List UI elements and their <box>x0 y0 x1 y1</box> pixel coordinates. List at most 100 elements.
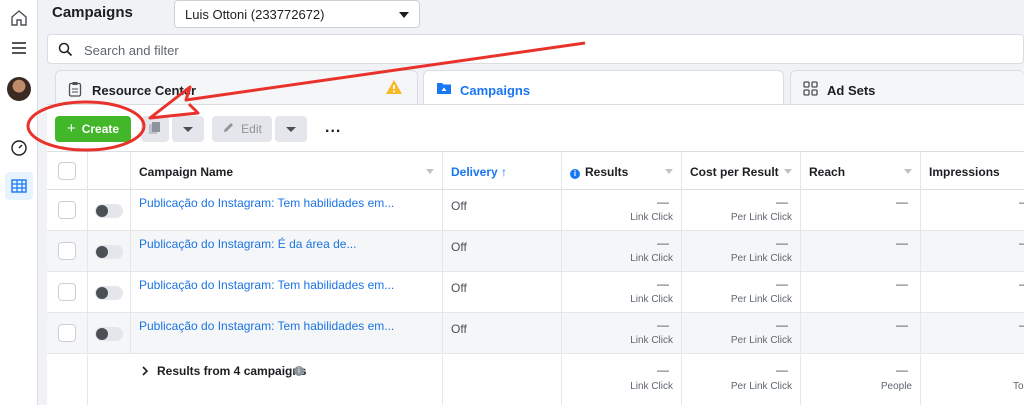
row-toggle-cell <box>88 190 131 231</box>
results-summary-row: Results from 4 campaigns i — Link Click … <box>47 355 1024 405</box>
row-checkbox[interactable] <box>58 242 76 260</box>
delivery-status: Off <box>451 322 467 336</box>
campaign-toggle[interactable] <box>95 327 123 341</box>
delivery-status: Off <box>451 281 467 295</box>
row-checkbox[interactable] <box>58 283 76 301</box>
row-toggle-cell <box>88 231 131 272</box>
caret-down-icon <box>286 126 296 132</box>
plus-icon: + <box>66 120 76 137</box>
duplicate-dropdown-button[interactable] <box>172 116 204 142</box>
sort-caret-icon <box>784 169 792 174</box>
ads-manager-page: Campaigns Luis Ottoni (233772672) Resour… <box>0 0 1024 405</box>
sort-ascending-icon: ↑ <box>501 165 508 179</box>
column-impressions[interactable]: Impressions <box>921 152 1024 190</box>
avatar[interactable] <box>7 77 31 101</box>
cost-subtext: Per Link Click <box>730 335 792 346</box>
menu-icon[interactable] <box>5 34 33 62</box>
delivery-status: Off <box>451 199 467 213</box>
duplicate-icon <box>148 121 162 138</box>
table-row[interactable]: Publicação do Instagram: Tem habilidades… <box>47 313 1024 354</box>
table-row[interactable]: Publicação do Instagram: É da área de...… <box>47 231 1024 272</box>
campaign-name-link[interactable]: Publicação do Instagram: Tem habilidades… <box>139 278 394 292</box>
summary-impressions-cell: To <box>921 355 1024 405</box>
column-campaign-name[interactable]: Campaign Name <box>131 152 443 190</box>
cost-cell: — Per Link Click <box>682 313 801 354</box>
column-results-label: Results <box>585 165 629 179</box>
search-input[interactable] <box>84 40 584 60</box>
delivery-cell: Off <box>443 272 562 313</box>
summary-cost-cell: — Per Link Click <box>682 355 801 405</box>
table-grid-icon[interactable] <box>5 172 33 200</box>
campaign-toggle[interactable] <box>95 245 123 259</box>
impressions-value: — <box>1019 277 1024 291</box>
summary-results-value: — <box>657 363 669 377</box>
impressions-value: — <box>1019 195 1024 209</box>
cost-cell: — Per Link Click <box>682 231 801 272</box>
column-reach-label: Reach <box>809 165 846 179</box>
row-checkbox[interactable] <box>58 324 76 342</box>
clipboard-icon <box>68 81 82 100</box>
cost-value: — <box>776 195 788 209</box>
campaign-toggle[interactable] <box>95 204 123 218</box>
select-all-checkbox[interactable] <box>58 162 76 180</box>
column-cost-per-result-label: Cost per Result <box>690 165 779 179</box>
account-selector-label: Luis Ottoni (233772672) <box>185 7 325 22</box>
results-cell: — Link Click <box>562 190 682 231</box>
pencil-icon <box>222 121 235 137</box>
column-campaign-name-label: Campaign Name <box>139 165 234 179</box>
cost-subtext: Per Link Click <box>730 294 792 305</box>
create-button-label: Create <box>81 122 120 136</box>
search-bar <box>47 34 1024 64</box>
cost-subtext: Per Link Click <box>730 253 792 264</box>
impressions-cell: — <box>921 272 1024 313</box>
summary-label-cell[interactable]: Results from 4 campaigns i <box>131 355 443 405</box>
tab-resource-center[interactable]: Resource Center <box>55 70 418 106</box>
reach-cell: — <box>801 190 921 231</box>
column-cost-per-result[interactable]: Cost per Result <box>682 152 801 190</box>
results-subtext: Link Click <box>630 294 673 305</box>
speedometer-icon[interactable] <box>5 134 33 162</box>
create-button[interactable]: + Create <box>55 116 131 142</box>
delivery-status: Off <box>451 240 467 254</box>
edit-button-label: Edit <box>241 122 262 136</box>
table-row[interactable]: Publicação do Instagram: Tem habilidades… <box>47 272 1024 313</box>
summary-reach-cell: — People <box>801 355 921 405</box>
info-icon: i <box>294 366 304 376</box>
edit-dropdown-button[interactable] <box>275 116 307 142</box>
info-icon: i <box>570 169 580 179</box>
impressions-value: — <box>1019 318 1024 332</box>
campaign-name-link[interactable]: Publicação do Instagram: Tem habilidades… <box>139 196 394 210</box>
tab-ad-sets-label: Ad Sets <box>827 83 876 98</box>
cost-value: — <box>776 236 788 250</box>
sort-caret-icon <box>904 169 912 174</box>
left-nav-rail <box>0 0 38 405</box>
edit-button[interactable]: Edit <box>212 116 272 142</box>
account-selector[interactable]: Luis Ottoni (233772672) <box>174 0 420 28</box>
table-row[interactable]: Publicação do Instagram: Tem habilidades… <box>47 190 1024 231</box>
cost-value: — <box>776 318 788 332</box>
more-options-button[interactable]: ... <box>325 119 341 137</box>
summary-cost-value: — <box>776 363 788 377</box>
impressions-cell: — <box>921 190 1024 231</box>
summary-results-cell: — Link Click <box>562 355 682 405</box>
summary-reach-value: — <box>896 363 908 377</box>
reach-value: — <box>896 318 908 332</box>
tab-ad-sets[interactable]: Ad Sets <box>790 70 1024 106</box>
column-results[interactable]: i Results <box>562 152 682 190</box>
tab-campaigns[interactable]: Campaigns <box>423 70 784 107</box>
campaign-toggle[interactable] <box>95 286 123 300</box>
campaign-name-link[interactable]: Publicação do Instagram: Tem habilidades… <box>139 319 394 333</box>
campaign-name-link[interactable]: Publicação do Instagram: É da área de... <box>139 237 356 251</box>
reach-cell: — <box>801 231 921 272</box>
row-checkbox[interactable] <box>58 201 76 219</box>
row-toggle-cell <box>88 313 131 354</box>
home-icon[interactable] <box>5 4 33 32</box>
top-bar: Campaigns Luis Ottoni (233772672) <box>38 0 1024 28</box>
cost-cell: — Per Link Click <box>682 272 801 313</box>
column-reach[interactable]: Reach <box>801 152 921 190</box>
delivery-cell: Off <box>443 231 562 272</box>
duplicate-button[interactable] <box>141 116 169 142</box>
caret-down-icon <box>183 126 193 132</box>
results-value: — <box>657 318 669 332</box>
column-delivery[interactable]: Delivery ↑ <box>443 152 562 190</box>
